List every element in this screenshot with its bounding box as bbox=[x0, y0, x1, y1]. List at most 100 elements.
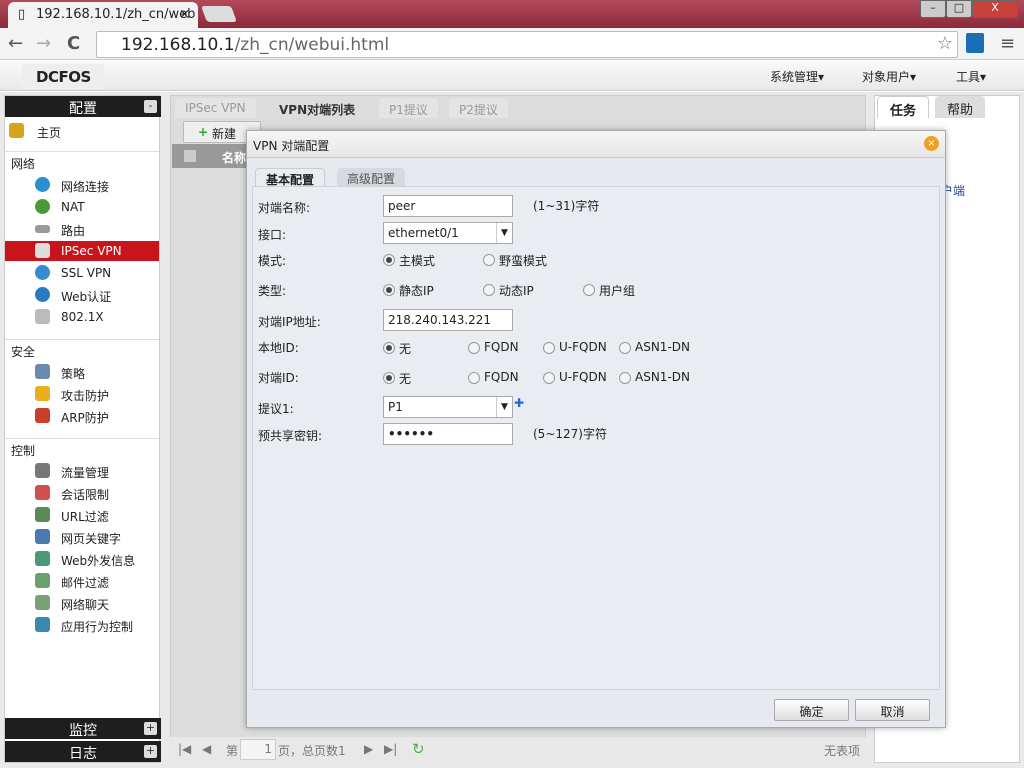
new-tab-button[interactable] bbox=[201, 6, 237, 22]
sidebar-item-route[interactable]: 路由 bbox=[5, 219, 159, 239]
basic-config-form: 对端名称: peer (1~31)字符 接口: ethernet0/1 ▼ 模式:… bbox=[252, 186, 940, 690]
tab-title: 192.168.10.1/zh_cn/web bbox=[36, 7, 196, 22]
back-icon[interactable]: ← bbox=[8, 33, 23, 54]
sidebar-item-label: NAT bbox=[61, 200, 85, 214]
forward-icon[interactable]: → bbox=[36, 33, 51, 54]
local-id-ufqdn-radio[interactable]: U-FQDN bbox=[543, 340, 607, 354]
tab-p1-proposal[interactable]: P1提议 bbox=[379, 98, 438, 118]
sidebar-item-label: IPSec VPN bbox=[61, 244, 122, 258]
next-page-icon[interactable]: ▶ bbox=[364, 742, 373, 756]
type-usergroup-radio[interactable]: 用户组 bbox=[583, 282, 635, 299]
reload-icon[interactable]: C bbox=[67, 33, 80, 54]
sidebar-item-web-auth[interactable]: Web认证 bbox=[5, 285, 159, 305]
close-icon[interactable]: × bbox=[924, 136, 939, 151]
maximize-button[interactable]: □ bbox=[946, 0, 972, 18]
sidebar-header-config[interactable]: 配置 - bbox=[5, 96, 161, 117]
sidebar-item-policy[interactable]: 策略 bbox=[5, 362, 159, 382]
keyword-icon bbox=[35, 529, 50, 544]
select-all-checkbox[interactable] bbox=[184, 150, 196, 162]
divider bbox=[5, 339, 159, 340]
empty-text: 无表项 bbox=[823, 744, 860, 758]
sidebar-item-mail-filter[interactable]: 邮件过滤 bbox=[5, 571, 159, 591]
tab-ipsec-vpn[interactable]: IPSec VPN bbox=[175, 98, 256, 118]
psk-input[interactable]: •••••• bbox=[383, 423, 513, 445]
sidebar-item-arp[interactable]: ARP防护 bbox=[5, 406, 159, 426]
type-static-radio[interactable]: 静态IP bbox=[383, 282, 434, 299]
prev-page-icon[interactable]: ◀ bbox=[202, 742, 211, 756]
proposal-select[interactable]: P1 ▼ bbox=[383, 396, 513, 418]
cancel-button[interactable]: 取消 bbox=[855, 699, 930, 721]
local-id-asn1dn-radio[interactable]: ASN1-DN bbox=[619, 340, 690, 354]
local-id-none-radio[interactable]: 无 bbox=[383, 340, 411, 357]
mode-label: 模式: bbox=[258, 254, 287, 268]
interface-label: 接口: bbox=[258, 228, 287, 242]
psk-hint: (5~127)字符 bbox=[533, 427, 607, 441]
local-id-fqdn-radio[interactable]: FQDN bbox=[468, 340, 519, 354]
sidebar-item-ipsec-vpn[interactable]: IPSec VPN bbox=[5, 241, 159, 261]
sidebar-item-keyword[interactable]: 网页关键字 bbox=[5, 527, 159, 547]
star-icon[interactable]: ☆ bbox=[937, 33, 953, 54]
sidebar-item-nat[interactable]: NAT bbox=[5, 197, 159, 217]
peer-name-input[interactable]: peer bbox=[383, 195, 513, 217]
shield-icon bbox=[35, 386, 50, 401]
ok-button[interactable]: 确定 bbox=[774, 699, 849, 721]
menu-objects[interactable]: 对象用户▾ bbox=[862, 68, 916, 85]
sidebar-item-url-filter[interactable]: URL过滤 bbox=[5, 505, 159, 525]
sidebar-item-chat[interactable]: 网络聊天 bbox=[5, 593, 159, 613]
tab-tasks[interactable]: 任务 bbox=[877, 96, 930, 119]
sidebar-item-ssl-vpn[interactable]: SSL VPN bbox=[5, 263, 159, 283]
sidebar-header-monitor[interactable]: 监控 + bbox=[5, 718, 161, 739]
address-bar[interactable]: 192.168.10.1/zh_cn/webui.html ☆ bbox=[96, 31, 958, 58]
local-id-label: 本地ID: bbox=[258, 341, 299, 355]
collapse-icon[interactable]: - bbox=[144, 100, 157, 113]
tab-help[interactable]: 帮助 bbox=[935, 96, 986, 118]
sidebar-header-log[interactable]: 日志 + bbox=[5, 741, 161, 762]
close-window-button[interactable]: X bbox=[972, 0, 1018, 18]
peer-id-fqdn-radio[interactable]: FQDN bbox=[468, 370, 519, 384]
globe-icon bbox=[35, 177, 50, 192]
menu-icon[interactable]: ≡ bbox=[1000, 33, 1015, 54]
tab-p2-proposal[interactable]: P2提议 bbox=[449, 98, 508, 118]
sidebar-item-web-post[interactable]: Web外发信息 bbox=[5, 549, 159, 569]
expand-icon[interactable]: + bbox=[144, 722, 157, 735]
mode-main-radio[interactable]: 主模式 bbox=[383, 252, 435, 269]
peer-id-none-radio[interactable]: 无 bbox=[383, 370, 411, 387]
sidebar-item-8021x[interactable]: 802.1X bbox=[5, 307, 159, 327]
sidebar-item-label: Web外发信息 bbox=[61, 554, 136, 568]
refresh-icon[interactable]: ↻ bbox=[412, 740, 425, 758]
menu-system[interactable]: 系统管理▾ bbox=[770, 68, 824, 85]
new-label: 新建 bbox=[212, 127, 237, 141]
sidebar-item-home[interactable]: 主页 bbox=[5, 121, 159, 141]
mode-aggressive-radio[interactable]: 野蛮模式 bbox=[483, 252, 547, 269]
add-proposal-icon[interactable]: ✚ bbox=[514, 396, 524, 410]
section-network: 网络 bbox=[11, 157, 36, 171]
dialog-titlebar[interactable]: VPN 对端配置 × bbox=[247, 131, 945, 158]
page-input[interactable]: 1 bbox=[240, 739, 276, 760]
first-page-icon[interactable]: |◀ bbox=[178, 742, 191, 756]
minimize-button[interactable]: – bbox=[920, 0, 946, 18]
expand-icon[interactable]: + bbox=[144, 745, 157, 758]
sidebar-item-app-control[interactable]: 应用行为控制 bbox=[5, 615, 159, 635]
chevron-down-icon: ▼ bbox=[496, 223, 512, 243]
sidebar-item-label: 网络聊天 bbox=[61, 598, 110, 612]
sidebar-item-label: 应用行为控制 bbox=[61, 620, 134, 634]
interface-select[interactable]: ethernet0/1 ▼ bbox=[383, 222, 513, 244]
browser-tab[interactable]: ▯ 192.168.10.1/zh_cn/web × bbox=[8, 2, 198, 28]
peer-id-asn1dn-radio[interactable]: ASN1-DN bbox=[619, 370, 690, 384]
sidebar-item-session[interactable]: 会话限制 bbox=[5, 483, 159, 503]
menu-tools[interactable]: 工具▾ bbox=[956, 68, 986, 85]
app-control-icon bbox=[35, 617, 50, 632]
tab-close-icon[interactable]: × bbox=[179, 7, 190, 22]
tab-advanced-config[interactable]: 高级配置 bbox=[337, 168, 406, 187]
sidebar-item-attack-defense[interactable]: 攻击防护 bbox=[5, 384, 159, 404]
tab-basic-config[interactable]: 基本配置 bbox=[255, 168, 326, 187]
extension-icon[interactable] bbox=[966, 33, 984, 53]
sidebar-item-network[interactable]: 网络连接 bbox=[5, 175, 159, 195]
sidebar-item-traffic[interactable]: 流量管理 bbox=[5, 461, 159, 481]
sidebar-item-label: 网络连接 bbox=[61, 180, 110, 194]
peer-ip-input[interactable]: 218.240.143.221 bbox=[383, 309, 513, 331]
tab-vpn-peer-list[interactable]: VPN对端列表 bbox=[269, 98, 366, 118]
peer-id-ufqdn-radio[interactable]: U-FQDN bbox=[543, 370, 607, 384]
type-dynamic-radio[interactable]: 动态IP bbox=[483, 282, 534, 299]
last-page-icon[interactable]: ▶| bbox=[384, 742, 397, 756]
